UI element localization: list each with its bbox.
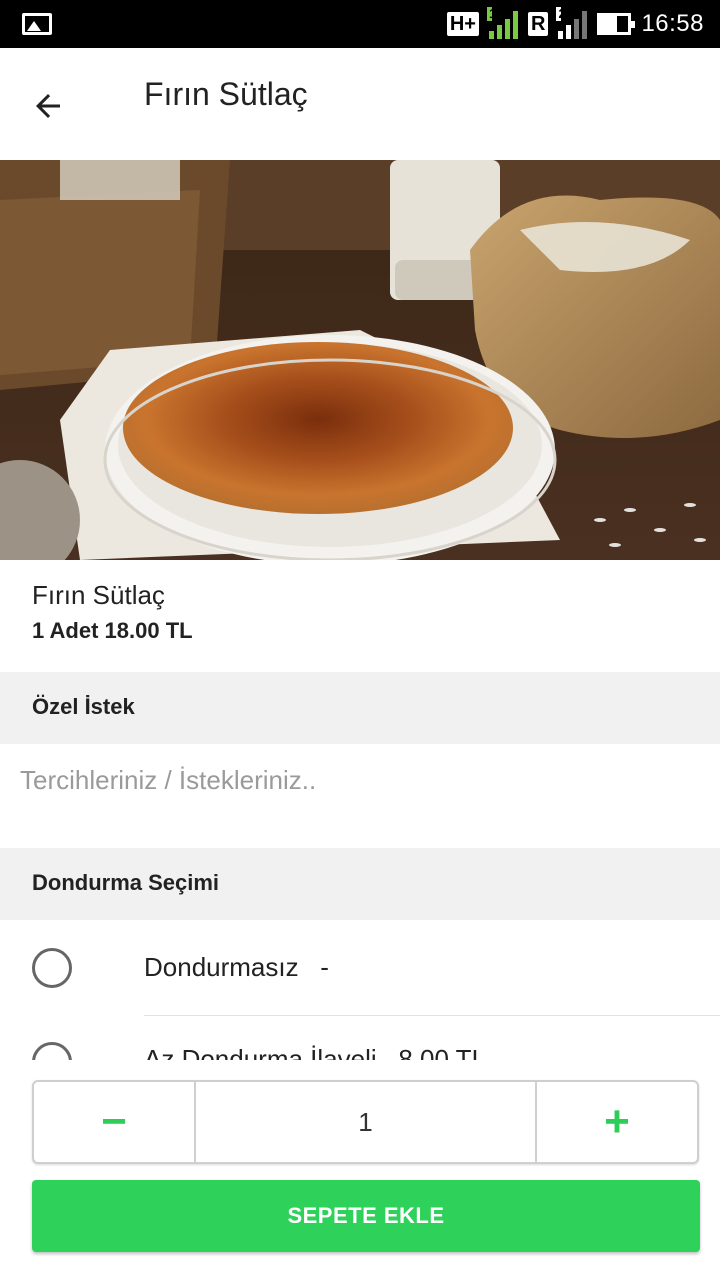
radio-button[interactable]	[32, 1042, 72, 1060]
sim1-label: 1	[486, 6, 497, 21]
special-request-heading: Özel İstek	[32, 694, 135, 719]
network-type: H+	[446, 12, 479, 36]
roaming-indicator: R	[527, 12, 549, 36]
sim2-label: 2	[556, 6, 566, 21]
option-label: Az Dondurma İlaveli 8.00 TL	[144, 1044, 487, 1060]
ice-cream-options: Dondurmasız - Az Dondurma İlaveli 8.00 T…	[0, 920, 720, 1060]
app-bar: Fırın Sütlaç	[0, 48, 720, 160]
special-request-header: Özel İstek	[0, 672, 720, 744]
status-bar: H+ 1 R 2 16:58	[0, 0, 720, 48]
ice-cream-option[interactable]: Dondurmasız -	[0, 920, 720, 1016]
product-info: Fırın Sütlaç 1 Adet 18.00 TL	[0, 560, 720, 672]
ice-cream-heading: Dondurma Seçimi	[32, 870, 220, 895]
status-icons: H+ 1 R 2 16:58	[446, 6, 704, 42]
sutlac-photo	[0, 160, 720, 560]
ice-cream-header: Dondurma Seçimi	[0, 848, 720, 920]
gallery-notification-icon	[22, 13, 52, 35]
quantity-stepper: − 1 +	[32, 1080, 699, 1164]
increase-button[interactable]: +	[537, 1082, 697, 1162]
special-request-section	[0, 744, 720, 848]
special-request-input[interactable]	[20, 758, 700, 802]
sim1-signal-icon: 1	[486, 6, 518, 39]
quantity-value: 1	[194, 1082, 537, 1162]
decrease-button[interactable]: −	[34, 1082, 194, 1162]
ice-cream-option[interactable]: Az Dondurma İlaveli 8.00 TL	[0, 1016, 720, 1060]
product-image	[0, 160, 720, 560]
product-name: Fırın Sütlaç	[32, 580, 165, 610]
product-quantity-price: 1 Adet 18.00 TL	[32, 618, 193, 643]
battery-icon	[597, 13, 636, 35]
back-button[interactable]	[20, 78, 76, 134]
add-to-cart-button[interactable]: SEPETE EKLE	[32, 1180, 700, 1252]
clock: 16:58	[641, 10, 704, 37]
arrow-left-icon	[36, 94, 60, 118]
radio-button[interactable]	[32, 948, 72, 988]
option-label: Dondurmasız -	[144, 952, 329, 982]
sim2-signal-icon: 2	[556, 6, 588, 39]
page-title: Fırın Sütlaç	[144, 76, 308, 112]
